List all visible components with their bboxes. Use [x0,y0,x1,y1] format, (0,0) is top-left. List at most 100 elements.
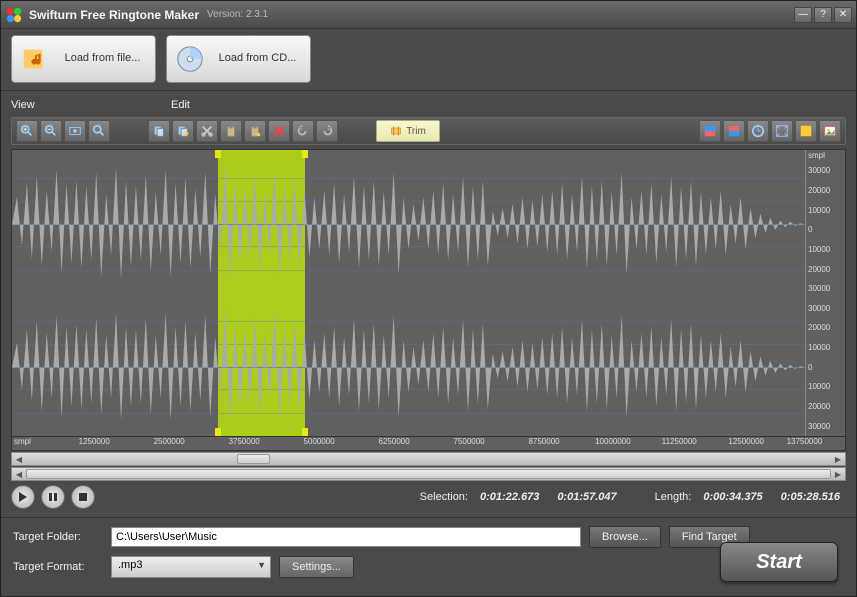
toolbar: Trim [11,117,846,145]
file-music-icon [20,44,50,74]
menu-view[interactable]: View [11,99,171,117]
load-from-cd-button[interactable]: Load from CD... [166,35,311,83]
effect-color-icon[interactable] [795,120,817,142]
bottom-panel: Target Folder: Browse... Find Target Tar… [1,517,856,596]
selection-label: Selection: [420,491,468,503]
trim-icon [390,125,402,137]
target-format-combo[interactable]: .mp3 [111,556,271,578]
zoom-out-icon[interactable] [40,120,62,142]
length-total: 0:05:28.516 [781,491,840,503]
scroll-thumb[interactable] [237,454,270,464]
y-tick: 10000 [806,240,845,260]
x-axis: smpl 1250000 2500000 3750000 5000000 625… [11,437,846,451]
scroll-left-arrow-icon[interactable]: ◀ [12,453,26,465]
minimize-button[interactable]: — [794,7,812,23]
app-logo-icon [5,6,23,24]
zoom-fit-icon[interactable] [64,120,86,142]
undo-icon[interactable] [292,120,314,142]
x-tick: 13750000 [787,437,823,446]
effect-1-icon[interactable] [699,120,721,142]
scroll-right-arrow-icon[interactable]: ▶ [831,468,845,480]
scroll-left-arrow-icon[interactable]: ◀ [12,468,26,480]
app-version: Version: 2.3.1 [207,9,268,20]
load-from-file-button[interactable]: Load from file... [11,35,156,83]
scroll-thumb-full[interactable] [26,469,831,479]
x-tick: 3750000 [229,437,260,446]
effect-image-icon[interactable] [819,120,841,142]
x-tick: 6250000 [379,437,410,446]
x-tick: 1250000 [79,437,110,446]
target-format-label: Target Format: [13,561,103,573]
target-folder-input[interactable] [111,527,581,547]
zoom-in-icon[interactable] [16,120,38,142]
y-tick: 30000 [806,416,845,436]
paste-new-icon[interactable] [244,120,266,142]
copy-icon[interactable] [148,120,170,142]
y-tick: 10000 [806,377,845,397]
play-button[interactable] [11,485,35,509]
browse-button[interactable]: Browse... [589,526,661,548]
channel-left [12,156,805,293]
zoom-selection-icon[interactable] [88,120,110,142]
x-tick: 7500000 [453,437,484,446]
channel-right [12,299,805,436]
selection-end: 0:01:57.047 [557,491,616,503]
help-button[interactable]: ? [814,7,832,23]
y-tick: 20000 [806,181,845,201]
x-tick: 8750000 [528,437,559,446]
x-axis-unit: smpl [14,437,31,446]
y-axis: smpl 30000 20000 10000 0 10000 20000 300… [805,150,845,436]
scrollbar-position[interactable]: ◀ ▶ [11,467,846,481]
effect-expand-icon[interactable] [771,120,793,142]
y-tick: 30000 [806,279,845,299]
stop-button[interactable] [71,485,95,509]
y-tick: 20000 [806,259,845,279]
redo-icon[interactable] [316,120,338,142]
waveform-panel: smpl 30000 20000 10000 0 10000 20000 300… [11,149,846,437]
menu-edit[interactable]: Edit [171,99,190,117]
paste-icon[interactable] [220,120,242,142]
x-tick: 10000000 [595,437,631,446]
play-icon [18,492,28,502]
x-tick: 2500000 [154,437,185,446]
cd-icon [175,44,205,74]
main-panel: View Edit Trim [1,91,856,517]
start-button[interactable]: Start [720,542,838,582]
waveform-right-icon [12,299,805,436]
length-selection: 0:00:34.375 [703,491,762,503]
pause-icon [48,492,58,502]
delete-icon[interactable] [268,120,290,142]
load-file-label: Load from file... [58,52,147,65]
y-tick: 0 [806,357,845,377]
y-tick: 0 [806,220,845,240]
menubar: View Edit [11,99,846,117]
trim-label: Trim [406,126,426,137]
scrollbar-zoom[interactable]: ◀ ▶ [11,452,846,466]
y-tick: 10000 [806,338,845,358]
trim-button[interactable]: Trim [376,120,440,142]
pause-button[interactable] [41,485,65,509]
app-title: Swifturn Free Ringtone Maker [29,8,199,22]
x-tick: 5000000 [304,437,335,446]
effect-2-icon[interactable] [723,120,745,142]
effect-clock-icon[interactable] [747,120,769,142]
y-tick: 30000 [806,161,845,181]
app-window: Swifturn Free Ringtone Maker Version: 2.… [0,0,857,597]
top-button-bar: Load from file... Load from CD... [1,29,856,91]
stop-icon [78,492,88,502]
x-tick: 12500000 [728,437,764,446]
copy-new-icon[interactable] [172,120,194,142]
playback-row: Selection: 0:01:22.673 0:01:57.047 Lengt… [11,481,846,513]
load-cd-label: Load from CD... [213,52,302,65]
cut-icon[interactable] [196,120,218,142]
length-label: Length: [655,491,692,503]
target-folder-label: Target Folder: [13,531,103,543]
close-button[interactable]: ✕ [834,7,852,23]
waveform-area[interactable] [12,150,805,436]
settings-button[interactable]: Settings... [279,556,354,578]
y-axis-unit: smpl [806,150,845,161]
y-tick: 20000 [806,397,845,417]
x-tick: 11250000 [662,437,697,446]
scroll-right-arrow-icon[interactable]: ▶ [831,453,845,465]
titlebar: Swifturn Free Ringtone Maker Version: 2.… [1,1,856,29]
